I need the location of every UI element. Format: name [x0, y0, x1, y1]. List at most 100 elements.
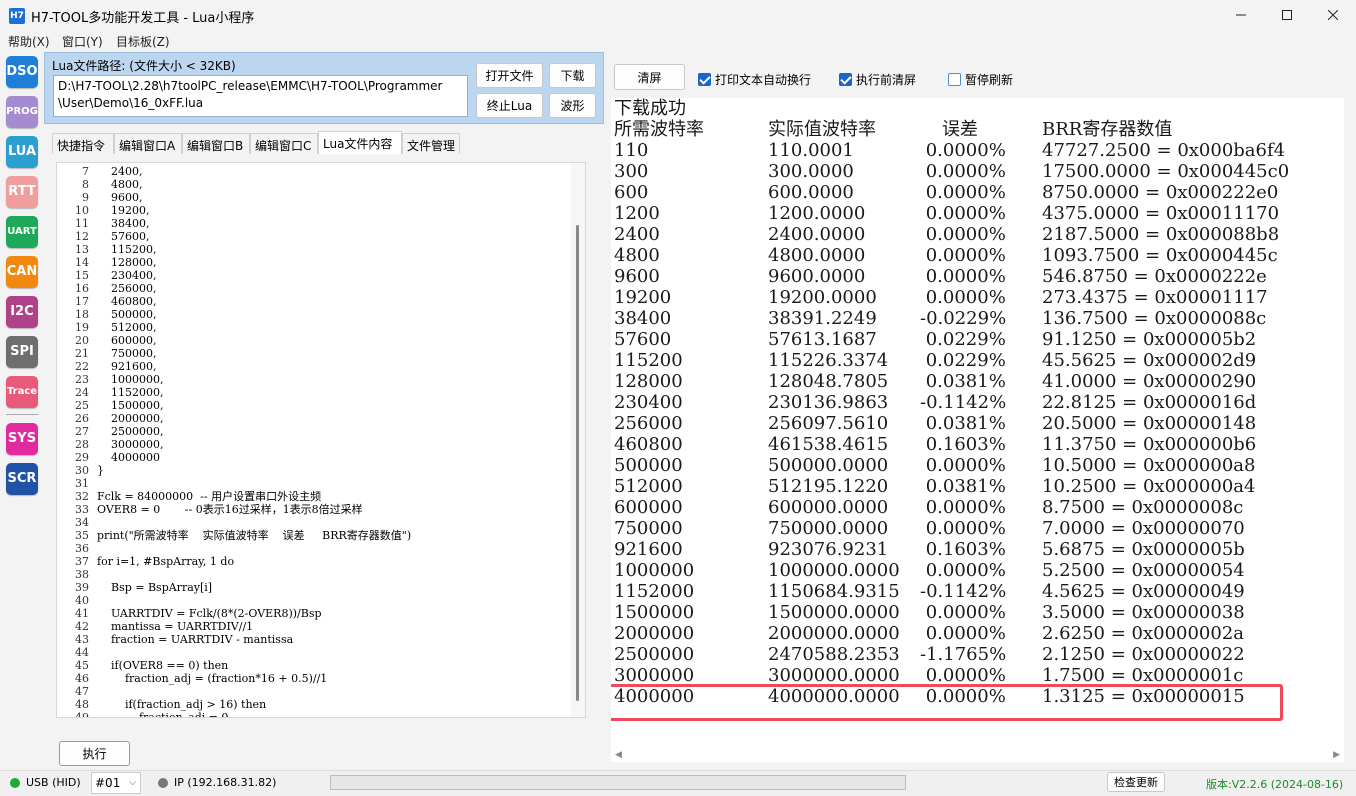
cell-error: 0.0000%	[920, 602, 1006, 623]
code-text: UARRTDIV = Fclk/(8*(2-OVER8))/Bsp	[97, 607, 322, 620]
cell-error: 0.0000%	[920, 182, 1006, 203]
cell-required-baud: 750000	[614, 518, 683, 539]
line-number: 13	[75, 243, 89, 256]
output-status-line: 下载成功	[614, 98, 686, 119]
scroll-left-icon[interactable]: ◀	[615, 750, 622, 760]
cell-brr-value: 3.5000 = 0x00000038	[1042, 602, 1245, 623]
scroll-right-icon[interactable]: ▶	[1333, 750, 1340, 760]
code-line: 40	[57, 594, 97, 607]
tool-trace-button[interactable]: Trace	[6, 376, 38, 408]
tool-prog-button[interactable]: PROG	[6, 96, 38, 128]
lua-path-line-1: D:\H7-TOOL\2.28\h7toolPC_release\EMMC\H7…	[58, 79, 443, 93]
tool-lua-button[interactable]: LUA	[6, 136, 38, 168]
line-number: 45	[75, 659, 89, 672]
code-line: 16 256000,	[57, 282, 156, 295]
code-text: Fclk = 84000000 -- 用户设置串口外设主频	[97, 490, 322, 503]
clear-before-run-checkbox[interactable]: 执行前清屏	[839, 71, 916, 88]
open-file-button[interactable]: 打开文件	[476, 63, 543, 88]
tab-file-manager[interactable]: 文件管理	[402, 133, 460, 154]
cell-brr-value: 5.6875 = 0x0000005b	[1042, 539, 1245, 560]
menu-window[interactable]: 窗口(Y)	[62, 33, 103, 50]
code-line: 43 fraction = UARRTDIV - mantissa	[57, 633, 293, 646]
tab-editor-a[interactable]: 编辑窗口A	[114, 133, 182, 154]
line-number: 12	[75, 230, 89, 243]
code-text: 512000,	[97, 321, 157, 334]
tab-editor-c[interactable]: 编辑窗口C	[250, 133, 318, 154]
pause-refresh-label: 暂停刷新	[965, 73, 1014, 87]
clear-screen-button[interactable]: 清屏	[614, 64, 685, 90]
cell-actual-baud: 57613.1687	[768, 329, 877, 350]
code-line: 9 9600,	[57, 191, 142, 204]
tool-can-button[interactable]: CAN	[6, 256, 38, 288]
output-row: 512000 512195.1220 0.0381% 10.2500 = 0x000…	[614, 476, 1334, 497]
auto-wrap-checkbox[interactable]: 打印文本自动换行	[698, 71, 811, 88]
tab-editor-b[interactable]: 编辑窗口B	[182, 133, 250, 154]
cell-required-baud: 230400	[614, 392, 683, 413]
code-text: 2500000,	[97, 425, 164, 438]
code-text: 9600,	[97, 191, 143, 204]
menu-help[interactable]: 帮助(X)	[8, 33, 50, 50]
tool-i2c-button[interactable]: I2C	[6, 296, 38, 328]
tool-rtt-button[interactable]: RTT	[6, 176, 38, 208]
maximize-button[interactable]	[1264, 0, 1310, 30]
output-row: 460800 461538.4615 0.1603% 11.3750 = 0x000…	[614, 434, 1334, 455]
code-line: 31	[57, 477, 97, 490]
cell-error: -1.1765%	[920, 644, 1007, 665]
code-text: if(fraction_adj > 16) then	[97, 698, 267, 711]
stop-lua-button[interactable]: 终止Lua	[476, 93, 543, 118]
code-text: OVER8 = 0 -- 0表示16过采样，1表示8倍过采样	[97, 503, 363, 516]
cell-actual-baud: 600000.0000	[768, 497, 889, 518]
code-text: 921600,	[97, 360, 157, 373]
lua-path-field[interactable]: D:\H7-TOOL\2.28\h7toolPC_release\EMMC\H7…	[53, 75, 468, 117]
tool-dso-button[interactable]: DSO	[6, 56, 38, 88]
code-line: 18 500000,	[57, 308, 156, 321]
editor-scrollbar-thumb[interactable]	[576, 225, 579, 701]
code-line: 24 1152000,	[57, 386, 163, 399]
line-number: 20	[75, 334, 89, 347]
code-line: 28 3000000,	[57, 438, 163, 451]
waveform-button[interactable]: 波形	[549, 93, 596, 118]
port-select[interactable]: #01 ⌵	[91, 772, 141, 794]
execute-button[interactable]: 执行	[59, 741, 130, 766]
cell-actual-baud: 923076.9231	[768, 539, 889, 560]
line-number: 46	[75, 672, 89, 685]
output-row: 1152000 1150684.9315 -0.1142% 4.5625 = 0x00…	[614, 581, 1334, 602]
cell-actual-baud: 115226.3374	[768, 350, 889, 371]
tool-uart-button[interactable]: UART	[6, 216, 38, 248]
cell-brr-value: 2.6250 = 0x0000002a	[1042, 623, 1245, 644]
tool-sys-button[interactable]: SYS	[6, 423, 38, 455]
clear-before-run-label: 执行前清屏	[856, 73, 917, 87]
check-update-button[interactable]: 检查更新	[1107, 772, 1165, 792]
code-line: 26 2000000,	[57, 412, 163, 425]
window-title: H7-TOOL多功能开发工具 - Lua小程序	[31, 11, 255, 26]
tab-lua-file-content[interactable]: Lua文件内容	[318, 131, 402, 154]
cell-error: -0.1142%	[920, 581, 1007, 602]
auto-wrap-check-icon	[698, 73, 711, 86]
close-icon	[1328, 10, 1338, 20]
code-line: 44	[57, 646, 97, 659]
code-line: 39 Bsp = BspArray[i]	[57, 581, 212, 594]
line-number: 18	[75, 308, 89, 321]
output-h-scrollbar[interactable]: ◀ ▶	[611, 748, 1344, 762]
pause-refresh-checkbox[interactable]: 暂停刷新	[948, 71, 1013, 88]
menu-target-board[interactable]: 目标板(Z)	[116, 33, 170, 50]
lua-code-editor[interactable]: 7 2400, 8 4800, 9 9600, 10 19200, 11 38400, 1…	[56, 162, 586, 718]
editor-scrollbar[interactable]	[571, 163, 585, 717]
cell-error: 0.0229%	[920, 329, 1006, 350]
code-text: fraction_adj = 0	[97, 711, 229, 718]
tool-scr-button[interactable]: SCR	[6, 463, 38, 495]
cell-required-baud: 500000	[614, 455, 683, 476]
tab-quick-commands[interactable]: 快捷指令	[52, 133, 114, 154]
cell-brr-value: 10.2500 = 0x000000a4	[1042, 476, 1256, 497]
ip-status-icon	[158, 778, 168, 788]
minimize-button[interactable]	[1218, 0, 1264, 30]
output-text-area[interactable]: 下载成功 所需波特率 实际值波特率 误差 BRR寄存器数值 110 110.000…	[611, 98, 1344, 762]
code-line: 34	[57, 516, 97, 529]
tool-spi-button[interactable]: SPI	[6, 336, 38, 368]
code-text: 19200,	[97, 204, 150, 217]
download-button[interactable]: 下载	[549, 63, 596, 88]
close-button[interactable]	[1310, 0, 1356, 30]
version-label: 版本:V2.2.6 (2024-08-16)	[1206, 778, 1344, 791]
cell-brr-value: 45.5625 = 0x000002d9	[1042, 350, 1257, 371]
cell-error: 0.0381%	[920, 413, 1006, 434]
